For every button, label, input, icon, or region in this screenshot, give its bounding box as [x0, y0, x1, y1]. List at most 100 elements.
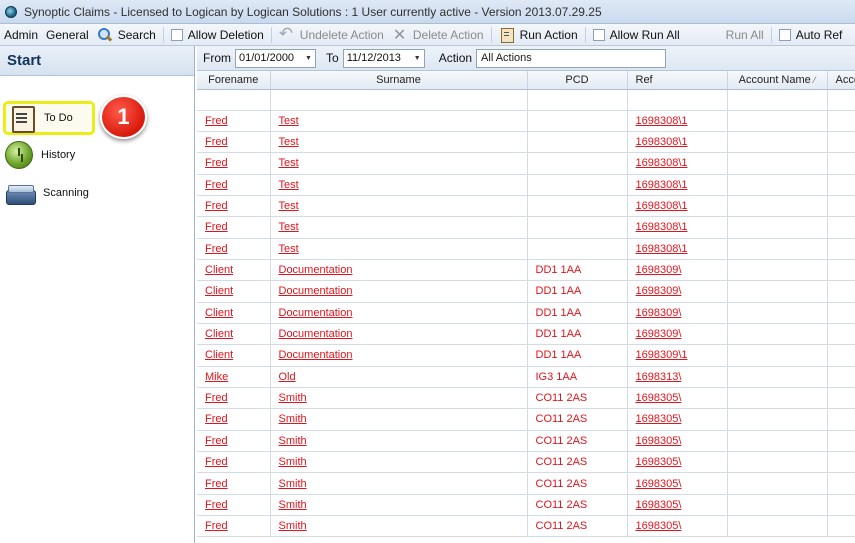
table-row[interactable]: Fred Smith CO11 2AS 1698305\: [197, 515, 855, 538]
forename-cell[interactable]: Mike: [197, 366, 271, 388]
ref-cell[interactable]: 1698309\: [627, 280, 728, 303]
table-row[interactable]: Fred Test 1698308\1: [197, 110, 855, 132]
table-row[interactable]: Fred Test 1698308\1: [197, 174, 855, 196]
table-row[interactable]: Fred Test 1698308\1: [197, 152, 855, 175]
table-row[interactable]: Client Documentation DD1 1AA 1698309\1: [197, 344, 855, 367]
ref-cell[interactable]: 1698308\1: [627, 152, 728, 175]
surname-cell[interactable]: Documentation: [270, 259, 528, 282]
menu-general[interactable]: General: [42, 24, 93, 45]
surname-cell[interactable]: Test: [270, 131, 528, 154]
auto-refresh-checkbox-box[interactable]: [778, 28, 791, 41]
surname-cell[interactable]: Smith: [270, 494, 528, 517]
search-button[interactable]: Search: [93, 24, 160, 45]
from-date-picker[interactable]: 01/01/2000 ▼: [235, 48, 316, 68]
table-row[interactable]: Fred Test 1698308\1: [197, 216, 855, 239]
menu-admin[interactable]: Admin: [0, 24, 42, 45]
surname-cell[interactable]: Smith: [270, 387, 528, 410]
surname-cell[interactable]: Smith: [270, 515, 528, 538]
surname-cell[interactable]: Test: [270, 152, 528, 175]
forename-cell[interactable]: Fred: [197, 430, 271, 453]
forename-cell[interactable]: Fred: [197, 195, 271, 218]
chevron-down-icon[interactable]: ▼: [302, 50, 315, 67]
allow-run-all-checkbox[interactable]: Allow Run All: [589, 24, 684, 45]
table-row[interactable]: Fred Smith CO11 2AS 1698305\: [197, 408, 855, 431]
ref-cell[interactable]: 1698305\: [627, 494, 728, 517]
table-row[interactable]: Fred Smith CO11 2AS 1698305\: [197, 494, 855, 517]
table-row[interactable]: Fred Smith CO11 2AS 1698305\: [197, 387, 855, 410]
ref-cell[interactable]: 1698308\1: [627, 238, 728, 260]
forename-cell[interactable]: Client: [197, 323, 271, 346]
forename-cell[interactable]: Fred: [197, 515, 271, 538]
allow-deletion-checkbox-box[interactable]: [170, 28, 183, 41]
sidebar-item-history[interactable]: History: [3, 138, 83, 172]
forename-cell[interactable]: Fred: [197, 494, 271, 517]
ref-cell[interactable]: 1698309\: [627, 302, 728, 324]
surname-cell[interactable]: Test: [270, 110, 528, 132]
ref-cell[interactable]: 1698305\: [627, 515, 728, 538]
forename-cell[interactable]: Fred: [197, 451, 271, 474]
delete-action-button[interactable]: Delete Action: [388, 24, 488, 45]
filter-cell[interactable]: [827, 89, 855, 111]
table-row[interactable]: Fred Smith CO11 2AS 1698305\: [197, 451, 855, 474]
sidebar-item-todo[interactable]: To Do: [3, 101, 95, 135]
table-row[interactable]: Client Documentation DD1 1AA 1698309\: [197, 280, 855, 303]
ref-cell[interactable]: 1698313\: [627, 366, 728, 388]
ref-cell[interactable]: 1698305\: [627, 430, 728, 453]
undelete-action-button[interactable]: Undelete Action: [275, 24, 388, 45]
forename-cell[interactable]: Fred: [197, 216, 271, 239]
allow-deletion-checkbox[interactable]: Allow Deletion: [167, 24, 268, 45]
forename-cell[interactable]: Fred: [197, 408, 271, 431]
filter-cell[interactable]: [197, 89, 271, 111]
surname-cell[interactable]: Smith: [270, 430, 528, 453]
ref-cell[interactable]: 1698305\: [627, 387, 728, 410]
action-filter-select[interactable]: All Actions: [476, 48, 667, 68]
column-header-account[interactable]: Acco: [827, 71, 855, 90]
column-header-account-name[interactable]: Account Name ⁄: [727, 71, 828, 90]
forename-cell[interactable]: Client: [197, 259, 271, 282]
column-header-pcd[interactable]: PCD: [527, 71, 628, 90]
forename-cell[interactable]: Fred: [197, 174, 271, 196]
auto-refresh-checkbox[interactable]: Auto Ref: [775, 24, 847, 45]
ref-cell[interactable]: 1698305\: [627, 408, 728, 431]
surname-cell[interactable]: Documentation: [270, 302, 528, 324]
table-row[interactable]: Client Documentation DD1 1AA 1698309\: [197, 323, 855, 346]
table-row[interactable]: Fred Test 1698308\1: [197, 238, 855, 260]
table-row[interactable]: Mike Old IG3 1AA 1698313\: [197, 366, 855, 388]
column-header-ref[interactable]: Ref: [627, 71, 728, 90]
forename-cell[interactable]: Client: [197, 280, 271, 303]
forename-cell[interactable]: Fred: [197, 238, 271, 260]
ref-cell[interactable]: 1698308\1: [627, 195, 728, 218]
ref-cell[interactable]: 1698309\1: [627, 344, 728, 367]
run-action-button[interactable]: Run Action: [495, 24, 582, 45]
surname-cell[interactable]: Test: [270, 195, 528, 218]
surname-cell[interactable]: Documentation: [270, 323, 528, 346]
surname-cell[interactable]: Documentation: [270, 280, 528, 303]
ref-cell[interactable]: 1698308\1: [627, 110, 728, 132]
ref-cell[interactable]: 1698309\: [627, 323, 728, 346]
column-header-surname[interactable]: Surname: [270, 71, 528, 90]
column-header-forename[interactable]: Forename: [197, 71, 271, 90]
surname-cell[interactable]: Smith: [270, 472, 528, 495]
surname-cell[interactable]: Old: [270, 366, 528, 388]
table-row[interactable]: Fred Test 1698308\1: [197, 195, 855, 218]
to-date-picker[interactable]: 11/12/2013 ▼: [342, 48, 425, 68]
forename-cell[interactable]: Fred: [197, 131, 271, 154]
table-row[interactable]: Client Documentation DD1 1AA 1698309\: [197, 302, 855, 324]
table-row[interactable]: Fred Smith CO11 2AS 1698305\: [197, 430, 855, 453]
allow-run-all-checkbox-box[interactable]: [592, 28, 605, 41]
table-row[interactable]: Fred Smith CO11 2AS 1698305\: [197, 472, 855, 495]
surname-cell[interactable]: Smith: [270, 408, 528, 431]
forename-cell[interactable]: Fred: [197, 110, 271, 132]
ref-cell[interactable]: 1698308\1: [627, 174, 728, 196]
run-all-button[interactable]: Run All: [722, 24, 768, 45]
table-row[interactable]: Client Documentation DD1 1AA 1698309\: [197, 259, 855, 282]
surname-cell[interactable]: Smith: [270, 451, 528, 474]
filter-cell[interactable]: [727, 89, 828, 111]
forename-cell[interactable]: Fred: [197, 472, 271, 495]
forename-cell[interactable]: Fred: [197, 152, 271, 175]
surname-cell[interactable]: Test: [270, 174, 528, 196]
filter-cell[interactable]: [527, 89, 628, 111]
ref-cell[interactable]: 1698308\1: [627, 131, 728, 154]
filter-cell[interactable]: [627, 89, 728, 111]
forename-cell[interactable]: Fred: [197, 387, 271, 410]
